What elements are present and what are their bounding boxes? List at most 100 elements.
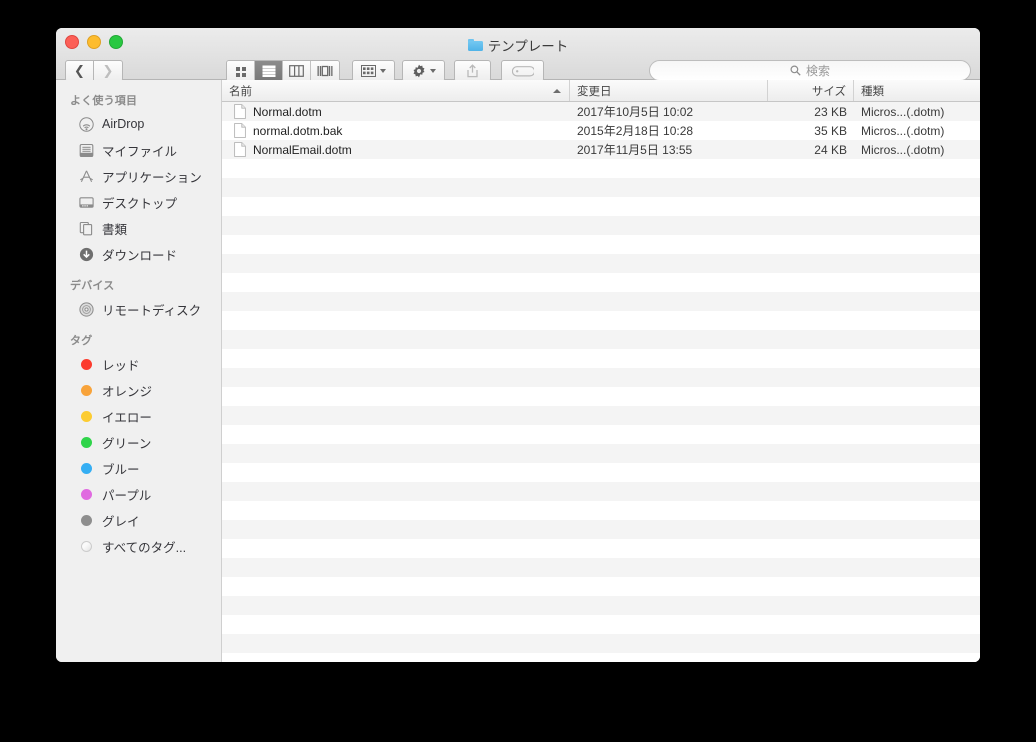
sidebar-item-tag-blue[interactable]: ブルー <box>56 455 221 481</box>
documents-icon <box>78 220 94 236</box>
grid-icon <box>236 66 246 77</box>
file-name: normal.dotm.bak <box>253 123 343 138</box>
column-header-size[interactable]: サイズ <box>768 80 854 101</box>
cell-name: Normal.dotm <box>222 104 570 119</box>
document-icon <box>234 104 246 119</box>
sidebar-item-tag-red[interactable]: レッド <box>56 351 221 377</box>
chevron-left-icon: ❮ <box>74 63 85 79</box>
forward-button[interactable]: ❯ <box>94 60 123 82</box>
cell-kind: Micros...(.dotm) <box>861 104 945 119</box>
myfiles-icon <box>78 142 94 158</box>
empty-row <box>222 159 980 178</box>
cell-name: normal.dotm.bak <box>222 123 570 138</box>
empty-row <box>222 558 980 577</box>
folder-icon <box>467 39 483 51</box>
list-view-button[interactable] <box>255 61 283 81</box>
sidebar-item-label: デスクトップ <box>102 196 178 211</box>
empty-row <box>222 235 980 254</box>
sidebar-item-airdrop[interactable]: AirDrop <box>56 111 221 137</box>
empty-row <box>222 292 980 311</box>
sidebar-section-devices-header: デバイス <box>70 280 115 292</box>
tags-button[interactable] <box>501 60 544 82</box>
empty-row <box>222 311 980 330</box>
arrange-button[interactable] <box>352 60 395 82</box>
tag-dot-icon <box>78 408 94 424</box>
sidebar-item-downloads[interactable]: ダウンロード <box>56 241 221 267</box>
share-button[interactable] <box>454 60 491 82</box>
empty-row <box>222 482 980 501</box>
sidebar-item-desktop[interactable]: デスクトップ <box>56 189 221 215</box>
search-placeholder: 検索 <box>805 64 830 78</box>
list-icon <box>262 65 275 77</box>
cell-name: NormalEmail.dotm <box>222 142 570 157</box>
empty-row <box>222 520 980 539</box>
empty-row <box>222 273 980 292</box>
grouping-icon <box>361 65 376 77</box>
sidebar-item-label: AirDrop <box>102 117 145 131</box>
column-header-label: 名前 <box>229 85 252 98</box>
applications-icon <box>78 168 94 184</box>
window-title-text: テンプレート <box>487 39 569 54</box>
sidebar-item-tag-purple[interactable]: パープル <box>56 481 221 507</box>
icon-view-button[interactable] <box>227 61 255 81</box>
cell-kind: Micros...(.dotm) <box>861 123 945 138</box>
column-header-label: 変更日 <box>577 85 612 98</box>
sidebar-item-label: グレイ <box>102 514 140 529</box>
cell-size: 24 KB <box>814 142 847 157</box>
remote-disc-icon <box>78 301 94 317</box>
sidebar-item-tag-yellow[interactable]: イエロー <box>56 403 221 429</box>
column-header-name[interactable]: 名前 <box>222 80 570 101</box>
tag-dot-icon <box>78 382 94 398</box>
search-input[interactable]: 検索 <box>649 60 971 81</box>
empty-row <box>222 349 980 368</box>
title-bar: テンプレート ❮ ❯ 検索 <box>56 28 980 82</box>
coverflow-icon <box>317 65 333 77</box>
navigation-buttons: ❮ ❯ <box>65 60 123 82</box>
sidebar-item-tag-gray[interactable]: グレイ <box>56 507 221 533</box>
sidebar-item-label: すべてのタグ... <box>102 540 187 555</box>
sidebar-item-label: マイファイル <box>102 144 178 159</box>
tag-dot-icon <box>78 356 94 372</box>
empty-row <box>222 596 980 615</box>
empty-row <box>222 387 980 406</box>
column-header-kind[interactable]: 種類 <box>854 80 980 101</box>
table-row[interactable]: NormalEmail.dotm 2017年11月5日 13:55 24 KB Mic… <box>222 140 980 159</box>
sidebar-item-tag-orange[interactable]: オレンジ <box>56 377 221 403</box>
coverflow-view-button[interactable] <box>311 61 339 81</box>
cell-date: 2015年2月18日 10:28 <box>577 124 694 138</box>
search-icon <box>790 65 801 76</box>
desktop-icon <box>78 194 94 210</box>
sidebar-section-favorites-header: よく使う項目 <box>70 95 138 107</box>
column-header-date[interactable]: 変更日 <box>570 80 768 101</box>
empty-row <box>222 254 980 273</box>
tag-dot-hollow-icon <box>78 538 94 554</box>
sidebar-item-label: ブルー <box>102 462 140 477</box>
action-button[interactable] <box>402 60 445 82</box>
back-button[interactable]: ❮ <box>65 60 94 82</box>
cell-size: 35 KB <box>814 123 847 138</box>
table-row[interactable]: Normal.dotm 2017年10月5日 10:02 23 KB Micros..… <box>222 102 980 121</box>
empty-row <box>222 539 980 558</box>
tag-dot-icon <box>78 460 94 476</box>
sidebar-item-remote-disc[interactable]: リモートディスク <box>56 296 221 322</box>
sidebar-item-applications[interactable]: アプリケーション <box>56 163 221 189</box>
sidebar-item-all-tags[interactable]: すべてのタグ... <box>56 533 221 559</box>
empty-row <box>222 463 980 482</box>
file-name: Normal.dotm <box>253 104 322 119</box>
cell-date: 2017年10月5日 10:02 <box>577 105 694 119</box>
chevron-down-icon <box>429 69 436 73</box>
sidebar-item-label: リモートディスク <box>102 303 202 318</box>
empty-row <box>222 634 980 653</box>
empty-row <box>222 178 980 197</box>
file-list: 名前 変更日 サイズ 種類 Normal.dotm 2017年10月5日 10:0… <box>222 80 980 662</box>
empty-row <box>222 577 980 596</box>
column-view-button[interactable] <box>283 61 311 81</box>
tag-dot-icon <box>78 486 94 502</box>
sidebar-item-tag-green[interactable]: グリーン <box>56 429 221 455</box>
downloads-icon <box>78 246 94 262</box>
table-row[interactable]: normal.dotm.bak 2015年2月18日 10:28 35 KB Micr… <box>222 121 980 140</box>
sidebar-item-documents[interactable]: 書類 <box>56 215 221 241</box>
sidebar-item-myfiles[interactable]: マイファイル <box>56 137 221 163</box>
share-icon <box>467 64 478 78</box>
tag-dot-icon <box>78 512 94 528</box>
